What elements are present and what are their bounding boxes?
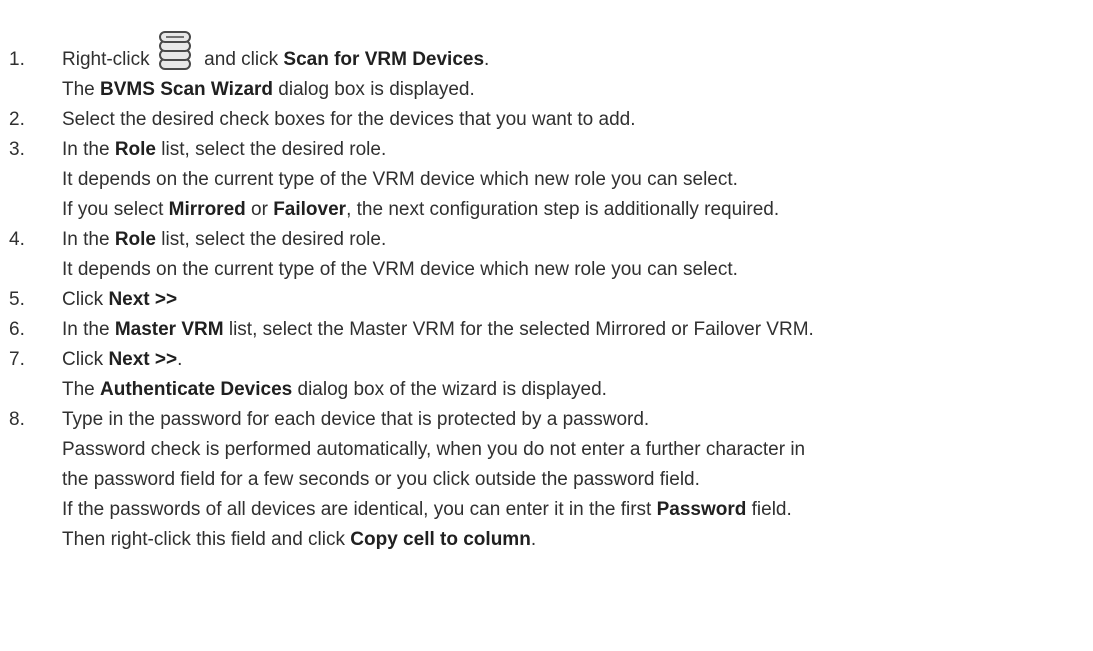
step-line: The Authenticate Devices dialog box of t…: [62, 379, 607, 400]
step-8: 8. Type in the password for each device …: [0, 405, 1093, 555]
bold-term: Password: [656, 499, 747, 520]
step-number: 4.: [9, 229, 25, 250]
step-number: 2.: [9, 109, 25, 130]
bold-term: Authenticate Devices: [100, 379, 293, 400]
bold-term: Failover: [273, 199, 347, 220]
bold-term: Next >>: [108, 289, 178, 310]
step-2: 2. Select the desired check boxes for th…: [0, 105, 1093, 135]
step-number: 7.: [9, 349, 25, 370]
step-line: In the Master VRM list, select the Maste…: [62, 319, 814, 340]
step-1: 1. Right-click and click Scan for VRM De…: [0, 31, 1093, 105]
step-line: If the passwords of all devices are iden…: [62, 499, 792, 520]
step-number: 5.: [9, 289, 25, 310]
step-line: The BVMS Scan Wizard dialog box is displ…: [62, 79, 475, 100]
step-line: Then right-click this field and click Co…: [62, 529, 537, 550]
database-icon: [155, 31, 199, 75]
bold-term: BVMS Scan Wizard: [100, 79, 274, 100]
bold-term: Mirrored: [168, 199, 246, 220]
step-number: 1.: [9, 49, 25, 70]
step-number: 3.: [9, 139, 25, 160]
instruction-steps: 1. Right-click and click Scan for VRM De…: [0, 0, 1093, 555]
step-line: Select the desired check boxes for the d…: [62, 109, 636, 130]
step-line: It depends on the current type of the VR…: [62, 259, 738, 280]
bold-term: Next >>: [108, 349, 178, 370]
step-3: 3. In the Role list, select the desired …: [0, 135, 1093, 225]
bold-term: Role: [114, 229, 157, 250]
bold-term: Copy cell to column: [350, 529, 531, 550]
step-line: Password check is performed automaticall…: [62, 439, 806, 460]
step-6: 6. In the Master VRM list, select the Ma…: [0, 315, 1093, 345]
step-4: 4. In the Role list, select the desired …: [0, 225, 1093, 285]
step-line: Click Next >>: [62, 289, 178, 310]
step-line: the password field for a few seconds or …: [62, 469, 700, 490]
step-line: Right-click and click Scan for VRM Devic…: [62, 31, 1093, 75]
step-number: 6.: [9, 319, 25, 340]
bold-term: Master VRM: [114, 319, 224, 340]
step-line: Click Next >>.: [62, 349, 183, 370]
bold-term: Role: [114, 139, 157, 160]
step-number: 8.: [9, 409, 25, 430]
step-line: If you select Mirrored or Failover, the …: [62, 199, 780, 220]
step-7: 7. Click Next >>. The Authenticate Devic…: [0, 345, 1093, 405]
step-line: Type in the password for each device tha…: [62, 409, 650, 430]
bold-term: Scan for VRM Devices: [283, 49, 485, 70]
step-line: In the Role list, select the desired rol…: [62, 139, 387, 160]
step-5: 5. Click Next >>: [0, 285, 1093, 315]
step-line: It depends on the current type of the VR…: [62, 169, 738, 190]
step-line: In the Role list, select the desired rol…: [62, 229, 387, 250]
